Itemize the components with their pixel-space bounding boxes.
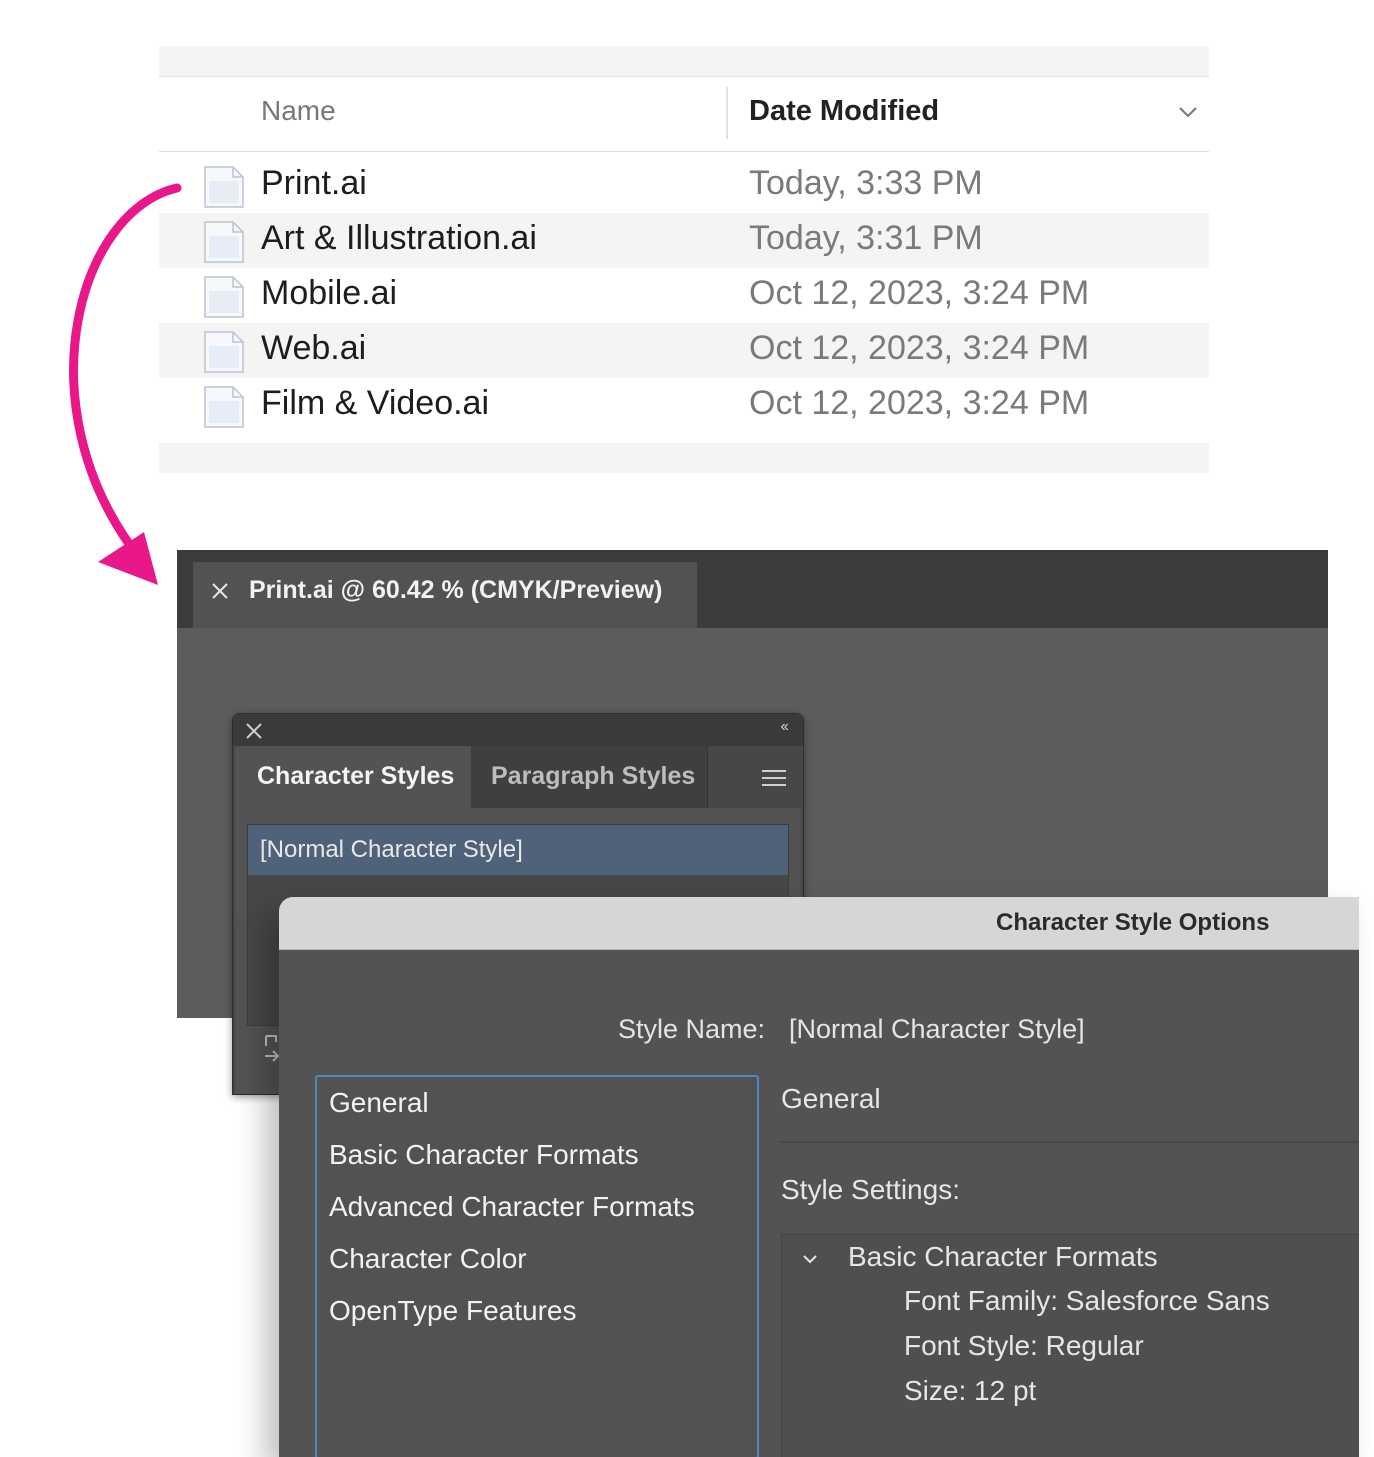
style-settings-box: Basic Character Formats Font Family: Sal…: [781, 1234, 1359, 1457]
file-name: Film & Video.ai: [261, 384, 490, 422]
setting-size: Size: 12 pt: [904, 1375, 1037, 1406]
file-row[interactable]: Film & Video.ai Oct 12, 2023, 3:24 PM: [159, 378, 1209, 433]
setting-font-family: Font Family: Salesforce Sans: [904, 1285, 1270, 1316]
file-date: Today, 3:31 PM: [749, 219, 983, 257]
dialog-title: Character Style Options: [996, 909, 1270, 936]
file-date: Today, 3:33 PM: [749, 164, 983, 202]
date-modified-column-header[interactable]: Date Modified: [749, 95, 939, 128]
sort-chevron-down-icon[interactable]: [1177, 101, 1199, 123]
document-tab-bar: Print.ai @ 60.42 % (CMYK/Preview): [177, 550, 1328, 628]
file-name: Art & Illustration.ai: [261, 219, 537, 257]
style-name-label: Style Name:: [618, 1014, 766, 1044]
column-separator[interactable]: [726, 87, 728, 139]
file-date: Oct 12, 2023, 3:24 PM: [749, 329, 1090, 367]
tab-paragraph-styles[interactable]: Paragraph Styles: [471, 746, 708, 808]
settings-group-label: Basic Character Formats: [848, 1241, 1158, 1272]
file-row[interactable]: Web.ai Oct 12, 2023, 3:24 PM: [159, 323, 1209, 378]
file-date: Oct 12, 2023, 3:24 PM: [749, 274, 1090, 312]
finder-top-strip: [159, 46, 1209, 76]
close-panel-icon[interactable]: [245, 722, 263, 740]
chevron-down-icon[interactable]: [800, 1249, 820, 1269]
section-title: General: [781, 1083, 881, 1114]
category-list[interactable]: General Basic Character Formats Advanced…: [315, 1075, 759, 1457]
document-tab-title: Print.ai @ 60.42 % (CMYK/Preview): [249, 576, 663, 604]
tab-label: Character Styles: [257, 762, 455, 790]
document-tab[interactable]: Print.ai @ 60.42 % (CMYK/Preview): [193, 562, 697, 628]
category-basic-character-formats[interactable]: Basic Character Formats: [329, 1139, 639, 1171]
tab-character-styles[interactable]: Character Styles: [235, 746, 471, 808]
file-row[interactable]: Art & Illustration.ai Today, 3:31 PM: [159, 213, 1209, 268]
style-settings-label: Style Settings:: [781, 1174, 960, 1205]
pink-curved-arrow-icon: [69, 183, 182, 585]
category-advanced-character-formats[interactable]: Advanced Character Formats: [329, 1191, 695, 1223]
file-date: Oct 12, 2023, 3:24 PM: [749, 384, 1090, 422]
panel-title-bar[interactable]: ‹‹: [233, 714, 803, 746]
file-rows: Print.ai Today, 3:33 PM Art & Illustrati…: [159, 158, 1209, 433]
category-opentype-features[interactable]: OpenType Features: [329, 1295, 576, 1327]
style-name-value: [Normal Character Style]: [789, 1014, 1085, 1044]
file-row[interactable]: Print.ai Today, 3:33 PM: [159, 158, 1209, 213]
file-row[interactable]: Mobile.ai Oct 12, 2023, 3:24 PM: [159, 268, 1209, 323]
category-character-color[interactable]: Character Color: [329, 1243, 527, 1275]
name-column-header[interactable]: Name: [261, 95, 336, 127]
finder-bottom-strip: [159, 443, 1209, 473]
section-divider: [781, 1141, 1359, 1143]
finder-column-header: Name Date Modified: [159, 76, 1209, 152]
file-name: Web.ai: [261, 329, 367, 367]
style-name: [Normal Character Style]: [260, 836, 523, 863]
file-name: Print.ai: [261, 164, 367, 202]
dialog-title-bar[interactable]: Character Style Options: [279, 897, 1359, 950]
list-item-normal-character-style[interactable]: [Normal Character Style]: [248, 825, 788, 875]
tab-label: Paragraph Styles: [491, 762, 696, 790]
file-name: Mobile.ai: [261, 274, 398, 312]
character-style-options-dialog: Character Style Options Style Name: [Nor…: [279, 897, 1359, 1457]
panel-menu-icon[interactable]: [761, 768, 787, 788]
close-tab-icon[interactable]: [209, 580, 231, 602]
category-general[interactable]: General: [329, 1087, 429, 1119]
collapse-panel-icon[interactable]: ‹‹: [780, 718, 789, 736]
setting-font-style: Font Style: Regular: [904, 1330, 1144, 1361]
finder-file-list: Name Date Modified Print.ai Today, 3:33 …: [159, 46, 1209, 473]
